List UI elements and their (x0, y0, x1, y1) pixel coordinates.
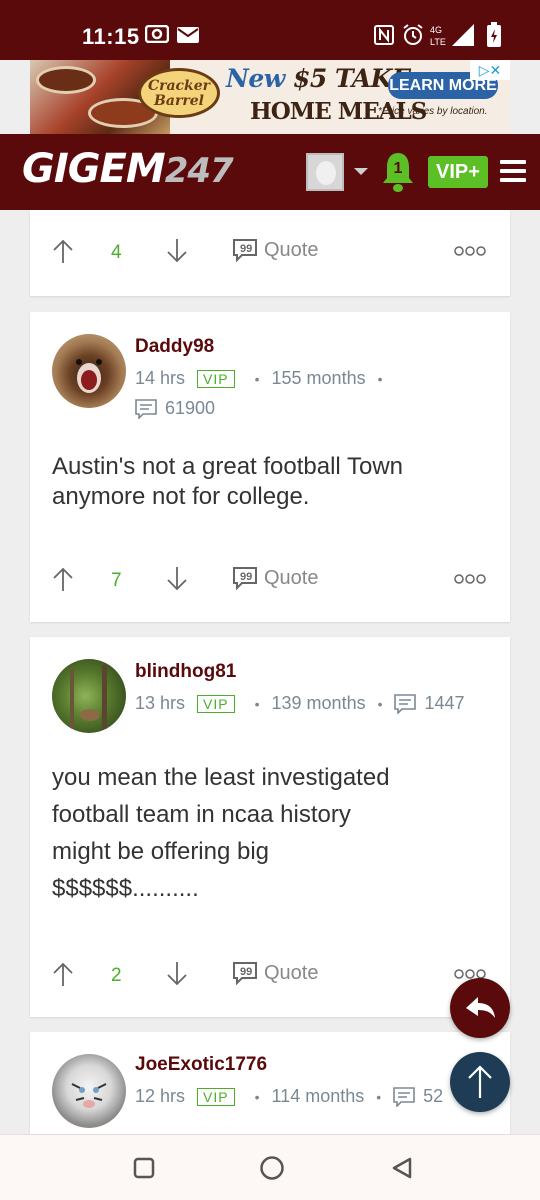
quote-icon: 99 (233, 567, 257, 590)
meta-separator: • (254, 695, 260, 712)
mail-icon (177, 27, 199, 43)
post-body: you mean the least investigated football… (52, 764, 390, 902)
post-card: blindhog81 13 hrs VIP • 139 months • 144… (30, 637, 510, 1017)
notifications-bell-icon[interactable]: 1 (380, 150, 416, 194)
post-count: 1447 (424, 693, 465, 713)
recent-apps-icon[interactable] (133, 1157, 155, 1179)
message-icon (394, 693, 417, 714)
svg-text:99: 99 (240, 571, 252, 583)
upvote-arrow-icon[interactable] (52, 238, 74, 264)
arrow-up-icon (468, 1065, 492, 1098)
post-card: JoeExotic1776 12 hrs VIP • 114 months • … (30, 1032, 510, 1134)
username[interactable]: JoeExotic1776 (135, 1054, 267, 1076)
site-navbar: GIGEM247 1 VIP+ (0, 134, 540, 210)
meta-separator: • (377, 370, 383, 387)
post-card: 4 99 Quote (30, 210, 510, 296)
quote-button[interactable]: 99 Quote (232, 238, 318, 262)
back-icon[interactable] (390, 1156, 414, 1180)
downvote-arrow-icon[interactable] (166, 961, 188, 987)
quote-button[interactable]: 99 Quote (232, 566, 318, 590)
post-actions: 7 99 Quote (30, 560, 510, 600)
meta-separator: • (254, 1088, 260, 1105)
message-icon (135, 398, 157, 419)
vip-badge: VIP (197, 1087, 235, 1106)
vip-badge: VIP (197, 369, 235, 388)
message-icon (393, 1086, 415, 1107)
screen-record-icon (145, 25, 169, 43)
upvote-arrow-icon[interactable] (52, 566, 74, 592)
nfc-icon (374, 25, 394, 45)
adchoices-icon[interactable]: ▷✕ (470, 60, 510, 80)
avatar[interactable] (52, 334, 126, 408)
more-options-icon[interactable] (454, 246, 486, 256)
ad-logo: Cracker Barrel (138, 68, 220, 118)
svg-text:LTE: LTE (430, 37, 446, 47)
notification-count: 1 (393, 160, 403, 177)
downvote-arrow-icon[interactable] (166, 566, 188, 592)
ad-headline: New $5 TAKE (226, 64, 411, 93)
post-count: 52 (423, 1086, 444, 1106)
member-tenure: 155 months (271, 368, 366, 388)
meta-separator: • (376, 1088, 382, 1105)
vip-badge: VIP (197, 694, 235, 713)
quote-icon: 99 (233, 962, 257, 985)
member-tenure: 114 months (271, 1086, 365, 1106)
post-time: 13 hrs (135, 693, 186, 713)
avatar[interactable] (52, 659, 126, 733)
upvote-count: 7 (111, 570, 122, 591)
site-logo[interactable]: GIGEM247 (22, 146, 234, 192)
user-avatar-button[interactable] (306, 153, 344, 191)
alarm-icon (403, 24, 423, 45)
quote-icon: 99 (233, 239, 257, 262)
post-meta: 12 hrs VIP • 114 months • 52 (135, 1086, 443, 1107)
username[interactable]: Daddy98 (135, 336, 214, 358)
post-time: 14 hrs (135, 368, 186, 388)
ad-banner[interactable]: Cracker Barrel New $5 TAKE HOME MEALS LE… (30, 60, 510, 134)
more-options-icon[interactable] (454, 574, 486, 584)
post-actions: 2 99 Quote (30, 955, 510, 995)
post-actions: 4 99 Quote (30, 232, 510, 272)
post-meta: 14 hrs VIP • 155 months • (135, 368, 394, 389)
post-meta: 13 hrs VIP • 139 months • 1447 (135, 693, 465, 714)
svg-text:99: 99 (240, 243, 252, 255)
reply-button[interactable] (450, 978, 510, 1038)
svg-text:99: 99 (240, 966, 252, 978)
post-count: 61900 (135, 398, 215, 419)
upvote-count: 4 (111, 242, 122, 263)
status-bar: 11:15 4G LTE (0, 0, 540, 60)
post-time: 12 hrs (135, 1086, 186, 1106)
meta-separator: • (377, 695, 383, 712)
home-icon[interactable] (259, 1155, 285, 1181)
svg-text:4G: 4G (430, 25, 442, 35)
post-card: Daddy98 14 hrs VIP • 155 months • 61900 … (30, 312, 510, 622)
member-tenure: 139 months (271, 693, 366, 713)
vip-plus-button[interactable]: VIP+ (428, 156, 488, 188)
ad-fine-print: *Price varies by location. (378, 106, 488, 117)
upvote-arrow-icon[interactable] (52, 961, 74, 987)
status-time: 11:15 (82, 24, 140, 49)
chevron-down-icon[interactable] (354, 168, 368, 175)
system-navigation-bar (0, 1134, 540, 1200)
scroll-to-top-button[interactable] (450, 1052, 510, 1112)
downvote-arrow-icon[interactable] (166, 238, 188, 264)
quote-button[interactable]: 99 Quote (232, 961, 318, 985)
post-body: Austin's not a great football Town anymo… (52, 453, 404, 510)
battery-charging-icon (487, 22, 501, 47)
avatar[interactable] (52, 1054, 126, 1128)
upvote-count: 2 (111, 965, 122, 986)
meta-separator: • (254, 370, 260, 387)
reply-arrow-icon (466, 997, 495, 1018)
hamburger-menu-icon[interactable] (500, 160, 526, 184)
username[interactable]: blindhog81 (135, 661, 236, 683)
lte-signal-icon: 4G LTE (430, 24, 474, 47)
